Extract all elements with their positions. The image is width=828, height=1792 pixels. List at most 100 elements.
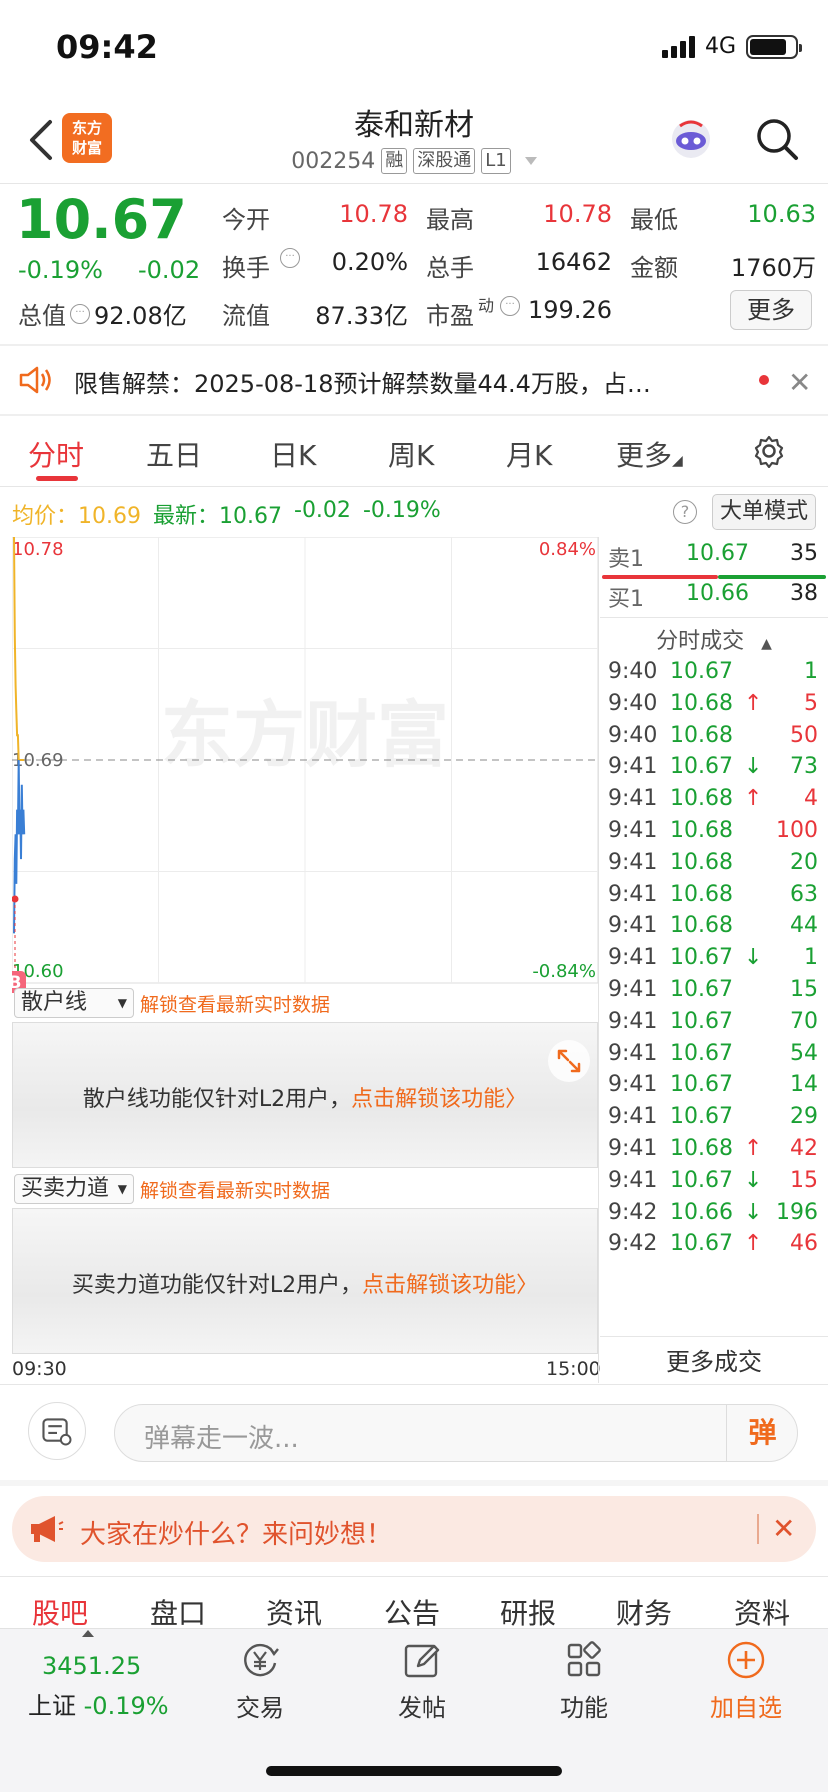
- tag-margin: 融: [381, 148, 408, 174]
- divider: [0, 344, 828, 346]
- promo-text[interactable]: 大家在炒什么？来问妙想！: [80, 1514, 392, 1551]
- help-icon[interactable]: ?: [673, 500, 697, 524]
- gear-icon[interactable]: [752, 434, 786, 468]
- sell1-row[interactable]: 卖1 10.67 35: [600, 537, 828, 573]
- trade-button[interactable]: 交易: [220, 1640, 300, 1723]
- functions-button[interactable]: 功能: [544, 1640, 624, 1723]
- tab-announcements[interactable]: 公告: [384, 1592, 440, 1632]
- sell1-price: 10.67: [686, 541, 749, 566]
- buy1-row[interactable]: 买1 10.66 38: [600, 577, 828, 613]
- arrow-down-icon: ↓: [744, 1199, 763, 1225]
- trade-price: 10.67: [670, 754, 733, 780]
- trade-row: 9:41 10.68 20: [600, 850, 828, 886]
- tab-daily-k[interactable]: 日K: [270, 434, 316, 474]
- divider: [757, 1514, 759, 1544]
- danmu-settings-icon[interactable]: [28, 1402, 86, 1460]
- trade-volume: 46: [790, 1231, 818, 1257]
- post-button[interactable]: 发帖: [382, 1640, 462, 1723]
- big-order-mode-button[interactable]: 大单模式: [712, 494, 816, 530]
- notice-text[interactable]: 限售解禁：2025-08-18预计解禁数量44.4万股，占…: [74, 364, 714, 399]
- retail-lock-link[interactable]: 点击解锁该功能: [351, 1087, 505, 1112]
- arrow-down-icon: ↓: [744, 945, 763, 971]
- trade-volume: 29: [790, 1104, 818, 1130]
- more-quote-button[interactable]: 更多: [730, 290, 812, 330]
- turnover-value: 0.20%: [331, 248, 408, 276]
- trade-volume: 14: [790, 1072, 818, 1098]
- force-unlock-link[interactable]: 解锁查看最新实时数据: [140, 1176, 330, 1203]
- home-indicator[interactable]: [266, 1766, 562, 1776]
- trade-volume: 1: [804, 945, 818, 971]
- add-watchlist-button[interactable]: 加自选: [696, 1640, 796, 1723]
- trade-price: 10.68: [670, 913, 733, 939]
- status-time: 09:42: [56, 28, 158, 66]
- divider: [598, 537, 599, 1383]
- trade-price: 10.67: [670, 1008, 733, 1034]
- force-select[interactable]: 买卖力道 ▼: [14, 1174, 134, 1204]
- trade-row: 9:40 10.67 1: [600, 659, 828, 695]
- tab-underline: [36, 476, 78, 481]
- retail-unlock-link[interactable]: 解锁查看最新实时数据: [140, 990, 330, 1017]
- float-mv-value: 87.33亿: [315, 302, 408, 330]
- trades-title-label: 分时成交: [656, 629, 745, 654]
- tab-pankou[interactable]: 盘口: [150, 1592, 206, 1632]
- trade-volume: 196: [776, 1199, 818, 1225]
- more-trades-button[interactable]: 更多成交: [600, 1342, 828, 1377]
- total-market-value: 总值 ··· 92.08亿: [18, 296, 187, 331]
- tab-more-arrow-icon: ◢: [672, 453, 683, 469]
- info-icon[interactable]: ···: [500, 296, 520, 316]
- retail-line-lock-panel[interactable]: 散户线功能仅针对L2用户，点击解锁该功能〉: [12, 1022, 598, 1168]
- trade-volume: 100: [776, 818, 818, 843]
- robot-assistant-icon[interactable]: [668, 116, 714, 162]
- danmu-send-button[interactable]: 弹: [726, 1404, 798, 1462]
- chevron-down-icon[interactable]: [524, 157, 537, 165]
- trade-time: 9:40: [608, 690, 658, 716]
- tab-finance[interactable]: 财务: [616, 1592, 672, 1632]
- index-name-row[interactable]: 上证 -0.19%: [28, 1686, 169, 1721]
- close-icon[interactable]: ✕: [788, 366, 811, 399]
- latest-label: 最新：: [153, 504, 220, 529]
- buy1-label: 买1: [608, 587, 644, 612]
- trade-row: 9:41 10.67 14: [600, 1072, 828, 1108]
- search-icon[interactable]: [754, 116, 800, 162]
- tab-weekly-k[interactable]: 周K: [388, 434, 434, 474]
- yen-icon: [244, 1643, 279, 1677]
- tab-news[interactable]: 资讯: [266, 1592, 322, 1632]
- trade-row: 9:41 10.67 54: [600, 1041, 828, 1077]
- tab-profile[interactable]: 资料: [734, 1592, 790, 1632]
- retail-line-select[interactable]: 散户线 ▼: [14, 988, 134, 1018]
- tab-more[interactable]: 更多◢: [616, 434, 683, 474]
- divider: [600, 1336, 828, 1337]
- trade-row: 9:42 10.66 ↓ 196: [600, 1200, 828, 1236]
- trade-time: 9:41: [608, 881, 658, 907]
- force-lock-link[interactable]: 点击解锁该功能: [362, 1273, 516, 1298]
- tab-research[interactable]: 研报: [500, 1592, 556, 1632]
- chart-info-line: 均价：10.69 最新：10.67 -0.02 -0.19%: [12, 498, 441, 530]
- volume-label: 总手: [426, 254, 474, 282]
- tab-five-day[interactable]: 五日: [146, 434, 202, 474]
- tab-monthly-k[interactable]: 月K: [506, 434, 552, 474]
- trade-row: 9:41 10.67 15: [600, 977, 828, 1013]
- tab-intraday[interactable]: 分时: [28, 434, 84, 474]
- trades-title[interactable]: 分时成交 ▲: [600, 623, 828, 655]
- info-icon[interactable]: ···: [280, 248, 300, 268]
- x-tick-end: 15:00: [546, 1358, 601, 1380]
- trade-time: 9:41: [608, 945, 658, 971]
- open-label: 今开: [222, 206, 270, 234]
- trade-volume: 42: [790, 1136, 818, 1161]
- trade-volume: 70: [790, 1008, 818, 1034]
- trade-row: 9:41 10.67 70: [600, 1009, 828, 1045]
- tab-guba[interactable]: 股吧: [32, 1592, 88, 1632]
- expand-icon[interactable]: [547, 1039, 591, 1083]
- total-mv-value: 92.08亿: [94, 302, 187, 330]
- info-icon[interactable]: ···: [70, 303, 90, 324]
- expand-up-icon[interactable]: [82, 1630, 94, 1637]
- status-indicators: 4G: [661, 34, 802, 59]
- trade-time: 9:41: [608, 1136, 658, 1161]
- close-icon[interactable]: ✕: [772, 1512, 795, 1545]
- force-lock-panel[interactable]: 买卖力道功能仅针对L2用户，点击解锁该功能〉: [12, 1208, 598, 1354]
- trade-price: 10.67: [670, 1167, 733, 1193]
- index-value[interactable]: 3451.25: [42, 1652, 141, 1680]
- x-tick-start: 09:30: [12, 1358, 67, 1380]
- avg-label: 均价：: [12, 504, 79, 529]
- add-circle-icon: [727, 1641, 765, 1679]
